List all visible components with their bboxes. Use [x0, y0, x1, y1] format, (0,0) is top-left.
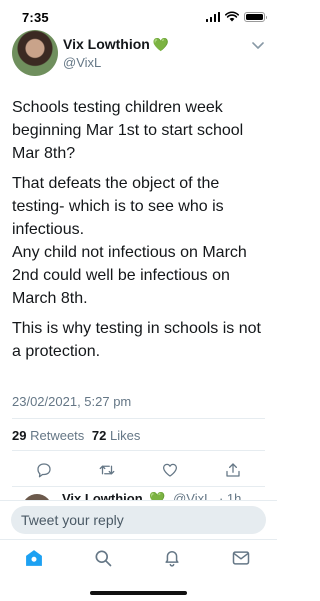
tweet-paragraph: Any child not infectious on March 2nd co…	[12, 244, 247, 307]
divider	[12, 450, 265, 451]
tweet-paragraph: That defeats the object of the testing- …	[12, 175, 224, 238]
heart-icon[interactable]	[161, 461, 179, 479]
tweet-paragraph: This is why testing in schools is not a …	[12, 320, 261, 360]
status-time: 7:35	[22, 10, 49, 25]
home-indicator	[90, 591, 187, 595]
author-handle[interactable]: @VixL	[63, 55, 101, 70]
author-avatar[interactable]	[12, 30, 58, 76]
divider	[12, 486, 265, 487]
status-bar: 7:35	[0, 0, 277, 30]
divider	[12, 418, 265, 419]
chevron-down-icon[interactable]	[251, 40, 265, 50]
tweet-text: Schools testing children week beginning …	[12, 96, 267, 363]
retweets-count: 29	[12, 428, 27, 443]
likes-label: Likes	[110, 428, 141, 443]
reply-input[interactable]	[11, 506, 266, 534]
tweet-stats: 29 Retweets 72 Likes	[12, 428, 140, 443]
tab-home[interactable]	[24, 548, 46, 570]
tab-search[interactable]	[93, 548, 115, 570]
battery-icon	[244, 11, 267, 22]
reply-composer	[0, 500, 277, 539]
tab-notifications[interactable]	[162, 548, 184, 570]
search-icon	[95, 550, 112, 567]
mail-icon	[232, 551, 250, 565]
author-name[interactable]: Vix Lowthion 💚	[63, 36, 169, 53]
bell-icon	[165, 551, 179, 567]
tweet-timestamp: 23/02/2021, 5:27 pm	[12, 394, 132, 409]
share-icon[interactable]	[224, 461, 242, 479]
author-name-text: Vix Lowthion	[63, 36, 150, 52]
tab-messages[interactable]	[231, 548, 253, 570]
retweets-label: Retweets	[30, 428, 85, 443]
retweet-icon[interactable]	[98, 461, 116, 479]
tweet-actions	[12, 459, 265, 481]
reply-icon[interactable]	[35, 461, 53, 479]
green-heart-icon: 💚	[152, 37, 170, 52]
tweet-paragraph: Schools testing children week beginning …	[12, 99, 244, 162]
wifi-icon	[225, 11, 239, 22]
home-icon	[26, 550, 42, 566]
likes-stat[interactable]: 72 Likes	[92, 428, 140, 443]
likes-count: 72	[91, 428, 107, 443]
retweets-stat[interactable]: 29 Retweets	[12, 428, 84, 443]
bottom-tab-bar	[0, 539, 277, 601]
cellular-signal-icon	[205, 11, 220, 22]
tweet-header: Vix Lowthion 💚 @VixL	[12, 28, 265, 80]
status-icons	[205, 11, 267, 22]
